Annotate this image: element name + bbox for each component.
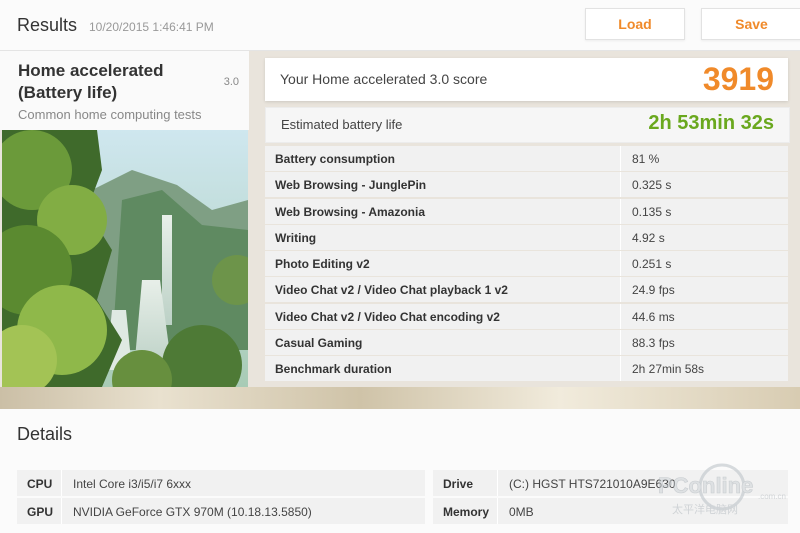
metric-row: Casual Gaming 88.3 fps xyxy=(265,330,788,356)
metric-value: 4.92 s xyxy=(632,230,665,245)
metric-row: Web Browsing - JunglePin 0.325 s xyxy=(265,172,788,198)
metric-name: Video Chat v2 / Video Chat encoding v2 xyxy=(275,309,500,324)
metric-value: 81 % xyxy=(632,152,660,166)
metric-value: 2h 27min 58s xyxy=(632,362,705,377)
gpu-value: NVIDIA GeForce GTX 970M (10.18.13.5850) xyxy=(73,505,312,519)
metric-value: 0.135 s xyxy=(632,204,672,219)
drive-label: Drive xyxy=(443,477,474,491)
cpu-label: CPU xyxy=(27,477,53,491)
gpu-row: GPU NVIDIA GeForce GTX 970M (10.18.13.58… xyxy=(17,498,425,524)
metric-row: Writing 4.92 s xyxy=(265,224,788,250)
metric-value: 0.251 s xyxy=(632,257,672,272)
memory-value: 0MB xyxy=(509,505,534,519)
battery-life-card: Estimated battery life 2h 53min 32s xyxy=(265,107,790,143)
test-description: Common home computing tests xyxy=(18,107,202,122)
save-button[interactable]: Save xyxy=(701,8,800,40)
details-title: Details xyxy=(17,424,73,444)
metric-name: Writing xyxy=(275,230,317,245)
decorative-banner-strip xyxy=(0,387,800,409)
column-divider xyxy=(61,470,62,496)
score-label: Your Home accelerated 3.0 score xyxy=(280,71,488,87)
column-divider xyxy=(497,470,498,496)
svg-text:.com.cn: .com.cn xyxy=(758,492,786,501)
metric-name: Benchmark duration xyxy=(275,362,392,377)
load-button[interactable]: Load xyxy=(585,8,685,40)
result-timestamp: 10/20/2015 1:46:41 PM xyxy=(89,20,214,34)
metrics-table: Battery consumption 81 % Web Browsing - … xyxy=(265,146,788,383)
column-divider xyxy=(620,146,621,171)
column-divider xyxy=(620,251,621,277)
metric-value: 44.6 ms xyxy=(632,309,675,324)
score-value: 3919 xyxy=(702,61,774,97)
gpu-label: GPU xyxy=(27,505,54,519)
waterfall-photo xyxy=(2,130,248,387)
metric-name: Casual Gaming xyxy=(275,336,363,351)
test-name: Home accelerated (Battery life) xyxy=(18,61,164,102)
metric-row: Web Browsing - Amazonia 0.135 s xyxy=(265,198,788,224)
column-divider xyxy=(497,498,498,524)
cpu-row: CPU Intel Core i3/i5/i7 6xxx xyxy=(17,470,425,496)
column-divider xyxy=(620,303,621,329)
page-title: Results xyxy=(17,15,78,35)
column-divider xyxy=(620,198,621,224)
svg-text:太平洋电脑网: 太平洋电脑网 xyxy=(672,502,738,516)
metric-name: Web Browsing - JunglePin xyxy=(275,178,427,193)
test-version: 3.0 xyxy=(223,76,239,88)
column-divider xyxy=(620,224,621,250)
column-divider xyxy=(620,277,621,303)
column-divider xyxy=(620,356,621,382)
metric-name: Web Browsing - Amazonia xyxy=(275,204,426,219)
test-info-panel: Home accelerated (Battery life) 3.0 Comm… xyxy=(0,51,249,130)
metric-row: Video Chat v2 / Video Chat playback 1 v2… xyxy=(265,277,788,303)
cpu-value: Intel Core i3/i5/i7 6xxx xyxy=(73,477,192,491)
memory-label: Memory xyxy=(443,505,490,519)
metric-name: Photo Editing v2 xyxy=(275,257,370,272)
metric-name: Video Chat v2 / Video Chat playback 1 v2 xyxy=(275,283,508,298)
battery-life-value: 2h 53min 32s xyxy=(648,112,774,134)
metric-row: Benchmark duration 2h 27min 58s xyxy=(265,356,788,382)
metric-row: Video Chat v2 / Video Chat encoding v2 4… xyxy=(265,303,788,329)
metric-row: Photo Editing v2 0.251 s xyxy=(265,251,788,277)
battery-life-label: Estimated battery life xyxy=(281,117,403,132)
score-card: Your Home accelerated 3.0 score 3919 xyxy=(265,58,788,101)
svg-text:PConline: PConline xyxy=(658,473,753,498)
column-divider xyxy=(620,172,621,198)
metric-row: Battery consumption 81 % xyxy=(265,146,788,171)
pconline-watermark-logo: PConline .com.cn 太平洋电脑网 xyxy=(650,463,795,523)
metric-name: Battery consumption xyxy=(275,152,396,166)
results-header: Results 10/20/2015 1:46:41 PM Load Save xyxy=(0,0,800,51)
column-divider xyxy=(61,498,62,524)
column-divider xyxy=(620,330,621,356)
metric-value: 88.3 fps xyxy=(632,336,675,351)
metric-value: 24.9 fps xyxy=(632,283,675,298)
metric-value: 0.325 s xyxy=(632,178,672,193)
